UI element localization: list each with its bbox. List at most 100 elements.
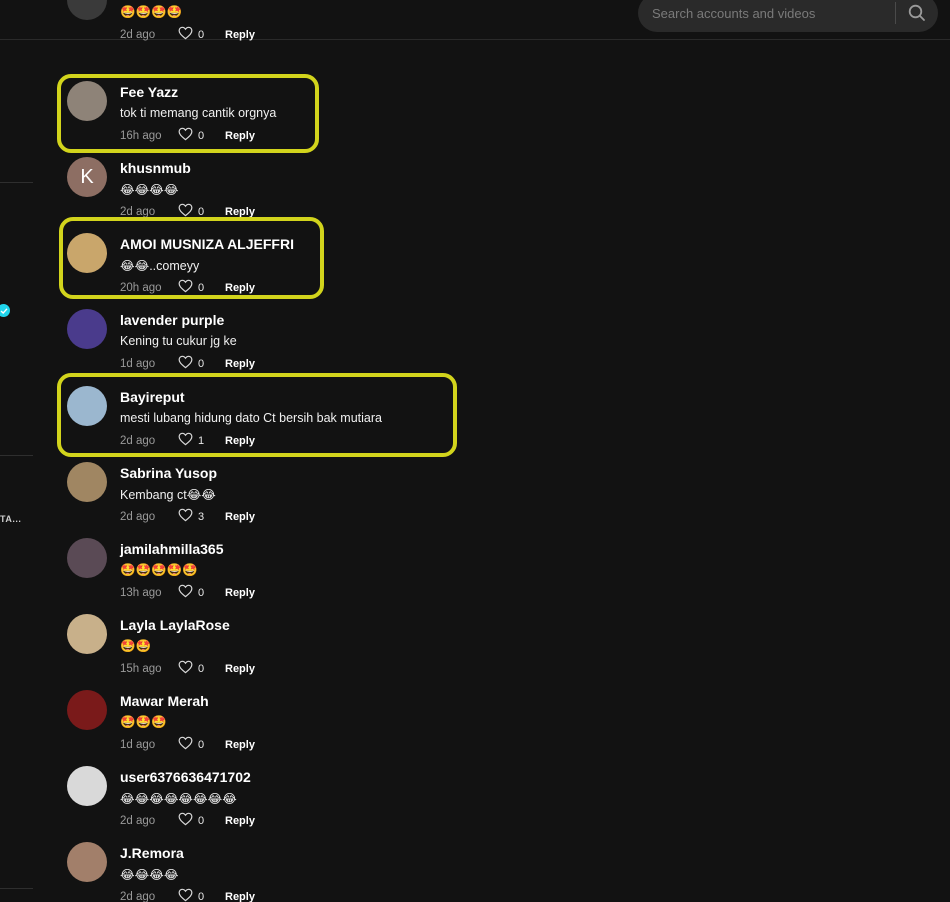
like-button[interactable]: 0 <box>178 203 220 220</box>
comment-meta: 1d ago 0 Reply <box>120 736 255 753</box>
comment-meta: 16h ago 0 Reply <box>120 127 255 144</box>
like-count: 1 <box>198 434 205 447</box>
comment-item: Bayireput mesti lubang hidung dato Ct ber… <box>67 386 467 458</box>
like-count: 0 <box>198 205 205 218</box>
comment-item: Kkhusnmub 😂😂😂😂 2d ago 0 Reply <box>67 157 467 229</box>
avatar[interactable] <box>67 614 107 654</box>
comment-username[interactable]: Bayireput <box>120 389 185 405</box>
comments-page: TA... 🤩🤩🤩🤩 2d ago 0 Reply Fee Yazz tok ti mem… <box>0 0 950 902</box>
like-count: 0 <box>198 814 205 827</box>
comment-text: Kembang ct😂😂 <box>120 488 216 502</box>
comment-text: 😂😂😂😂 <box>120 868 179 882</box>
comment-timestamp: 2d ago <box>120 28 156 41</box>
like-button[interactable]: 0 <box>178 812 220 829</box>
avatar[interactable] <box>67 462 107 502</box>
avatar[interactable] <box>67 0 107 20</box>
heart-icon <box>178 660 198 677</box>
like-count: 0 <box>198 281 205 294</box>
comment-username[interactable]: jamilahmilla365 <box>120 541 224 557</box>
comment-item: lavender purple Kening tu cukur jg ke 1d a… <box>67 309 467 381</box>
like-button[interactable]: 0 <box>178 127 220 144</box>
comment-meta: 2d ago 3 Reply <box>120 508 255 525</box>
comment-timestamp: 16h ago <box>120 129 162 142</box>
avatar[interactable]: K <box>67 157 107 197</box>
reply-button[interactable]: Reply <box>225 739 255 751</box>
like-count: 0 <box>198 738 205 751</box>
like-button[interactable]: 0 <box>178 355 220 372</box>
avatar[interactable] <box>67 309 107 349</box>
like-count: 0 <box>198 357 205 370</box>
comment-username[interactable]: AMOI MUSNIZA ALJEFFRI <box>120 236 294 252</box>
heart-icon <box>178 127 198 144</box>
like-button[interactable]: 3 <box>178 508 220 525</box>
avatar[interactable] <box>67 233 107 273</box>
comment-username[interactable]: Layla LaylaRose <box>120 617 230 633</box>
heart-icon <box>178 203 198 220</box>
reply-button[interactable]: Reply <box>225 587 255 599</box>
comment-username[interactable]: user6376636471702 <box>120 769 251 785</box>
like-count: 0 <box>198 586 205 599</box>
reply-button[interactable]: Reply <box>225 282 255 294</box>
like-count: 0 <box>198 890 205 902</box>
comment-meta: 2d ago 0 Reply <box>120 888 255 902</box>
search-bar[interactable] <box>638 0 938 33</box>
reply-button[interactable]: Reply <box>225 663 255 675</box>
avatar[interactable] <box>67 766 107 806</box>
heart-icon <box>178 888 198 902</box>
comment-text: 😂😂😂😂😂😂😂😂 <box>120 792 237 806</box>
like-button[interactable]: 1 <box>178 432 220 449</box>
comment-meta: 2d ago 0 Reply <box>120 26 255 43</box>
reply-button[interactable]: Reply <box>225 891 255 902</box>
comment-item: AMOI MUSNIZA ALJEFFRI 😂😂..comeyy 20h ago 0 R… <box>67 233 467 305</box>
comment-text: 🤩🤩🤩 <box>120 715 167 729</box>
comment-timestamp: 20h ago <box>120 281 162 294</box>
comment-item: Layla LaylaRose 🤩🤩 15h ago 0 Reply <box>67 614 467 686</box>
reply-button[interactable]: Reply <box>225 29 255 41</box>
comment-item: Fee Yazz tok ti memang cantik orgnya 16h a… <box>67 81 467 153</box>
reply-button[interactable]: Reply <box>225 815 255 827</box>
comment-timestamp: 2d ago <box>120 434 156 447</box>
like-button[interactable]: 0 <box>178 584 220 601</box>
avatar[interactable] <box>67 842 107 882</box>
like-button[interactable]: 0 <box>178 26 220 43</box>
comment-meta: 2d ago 0 Reply <box>120 203 255 220</box>
comment-username[interactable]: Fee Yazz <box>120 84 178 100</box>
reply-button[interactable]: Reply <box>225 358 255 370</box>
search-input[interactable] <box>638 0 895 33</box>
heart-icon <box>178 812 198 829</box>
comment-username[interactable]: lavender purple <box>120 312 224 328</box>
comment-item: J.Remora 😂😂😂😂 2d ago 0 Reply <box>67 842 467 902</box>
like-count: 3 <box>198 510 205 523</box>
left-divider <box>0 888 33 889</box>
comment-username[interactable]: Mawar Merah <box>120 693 209 709</box>
avatar[interactable] <box>67 81 107 121</box>
comment-meta: 15h ago 0 Reply <box>120 660 255 677</box>
reply-button[interactable]: Reply <box>225 206 255 218</box>
like-button[interactable]: 0 <box>178 736 220 753</box>
comment-timestamp: 2d ago <box>120 890 156 902</box>
comment-timestamp: 2d ago <box>120 510 156 523</box>
like-button[interactable]: 0 <box>178 279 220 296</box>
comment-text: 😂😂..comeyy <box>120 259 200 273</box>
like-button[interactable]: 0 <box>178 660 220 677</box>
heart-icon <box>178 508 198 525</box>
comment-timestamp: 13h ago <box>120 586 162 599</box>
reply-button[interactable]: Reply <box>225 435 255 447</box>
comment-timestamp: 15h ago <box>120 662 162 675</box>
avatar[interactable] <box>67 690 107 730</box>
avatar[interactable] <box>67 538 107 578</box>
avatar[interactable] <box>67 386 107 426</box>
reply-button[interactable]: Reply <box>225 511 255 523</box>
comment-username[interactable]: Sabrina Yusop <box>120 465 217 481</box>
comment-username[interactable]: J.Remora <box>120 845 184 861</box>
like-button[interactable]: 0 <box>178 888 220 902</box>
comment-username[interactable]: khusnmub <box>120 160 191 176</box>
heart-icon <box>178 584 198 601</box>
reply-button[interactable]: Reply <box>225 130 255 142</box>
comment-item: 🤩🤩🤩🤩 2d ago 0 Reply <box>67 0 467 52</box>
comment-item: Sabrina Yusop Kembang ct😂😂 2d ago 3 Reply <box>67 462 467 534</box>
comment-meta: 13h ago 0 Reply <box>120 584 255 601</box>
search-icon[interactable] <box>896 0 938 32</box>
comment-text: mesti lubang hidung dato Ct bersih bak m… <box>120 411 382 425</box>
like-count: 0 <box>198 129 205 142</box>
